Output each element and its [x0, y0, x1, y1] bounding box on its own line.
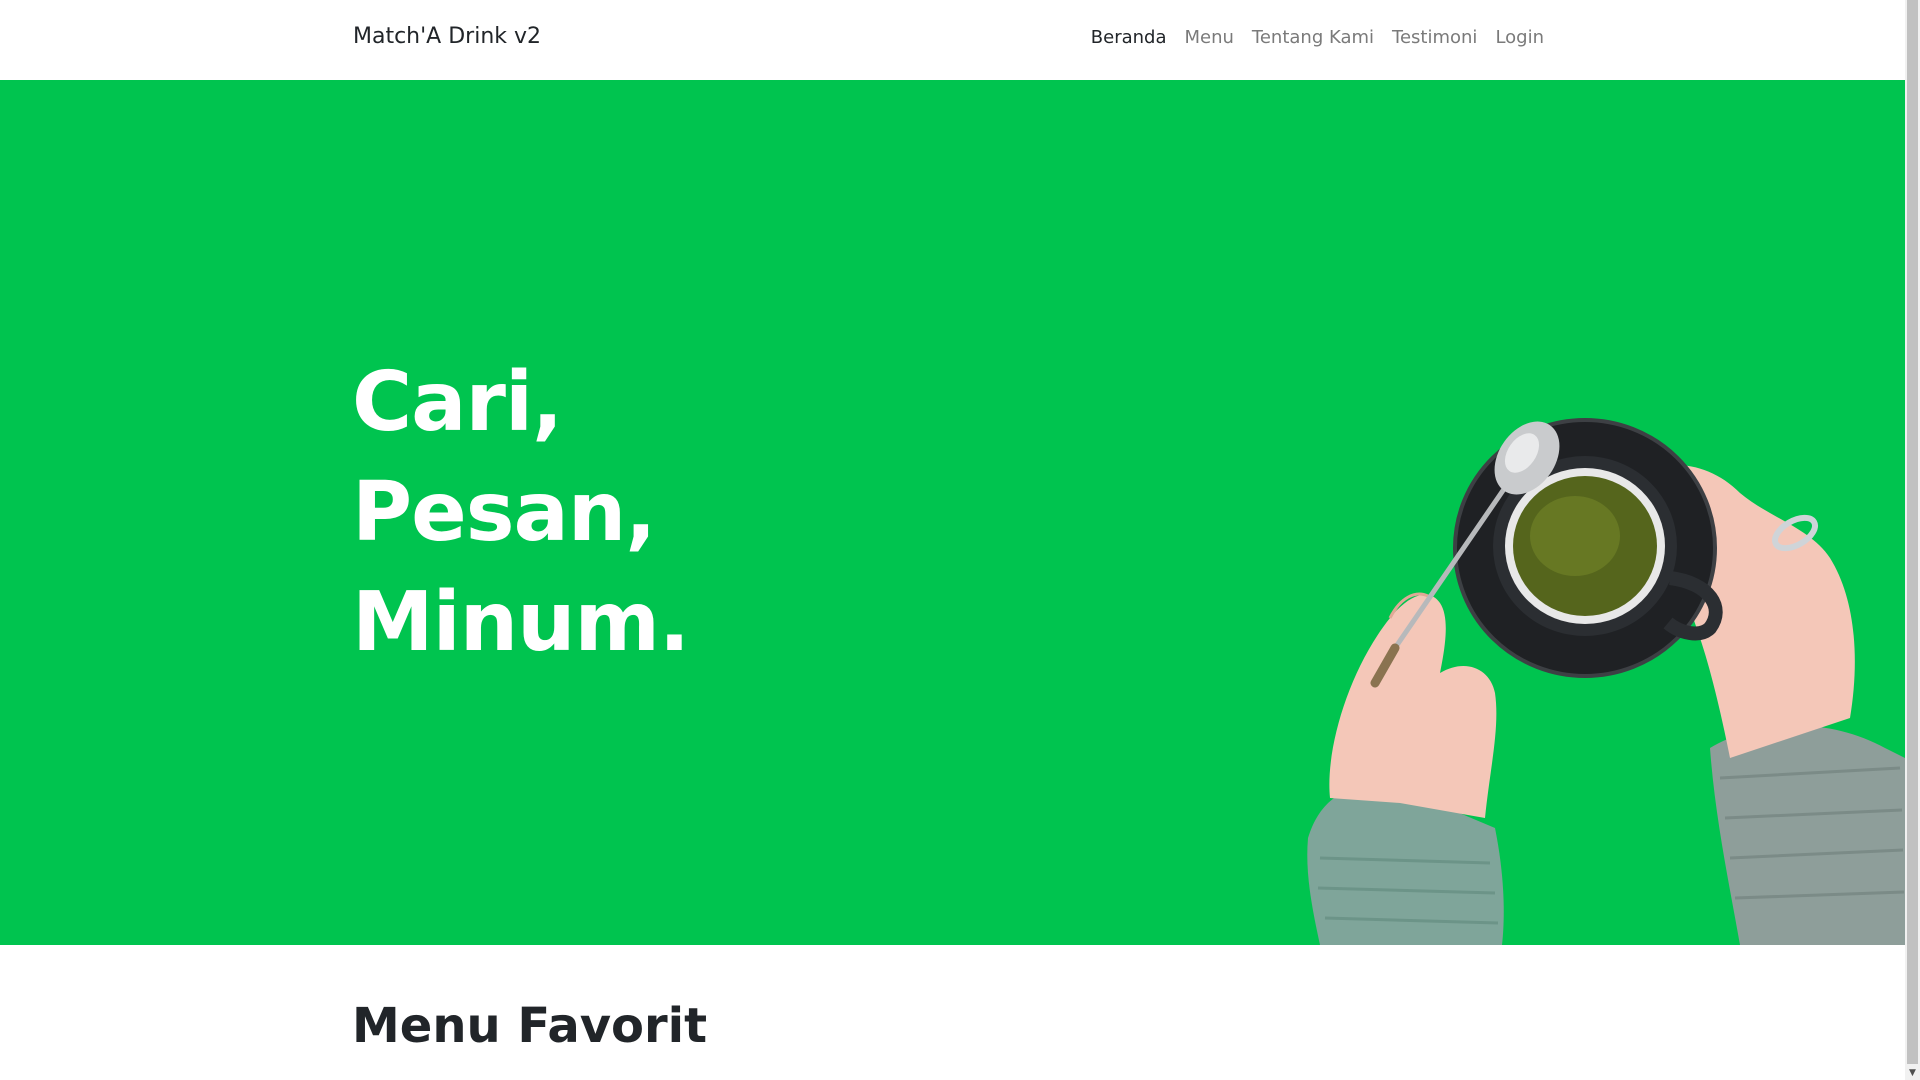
favorite-menu-heading: Menu Favorit: [352, 998, 708, 1054]
hero-line-minum: Minum.: [352, 575, 690, 670]
page: Match'A Drink v2 Beranda Menu Tentang Ka…: [0, 0, 1905, 1080]
nav-link-menu[interactable]: Menu: [1175, 27, 1242, 48]
chevron-down-icon[interactable]: ▼: [1905, 1065, 1920, 1080]
nav-link-tentang-kami[interactable]: Tentang Kami: [1243, 27, 1383, 48]
hero-line-pesan: Pesan,: [352, 465, 656, 560]
nav-link-testimoni[interactable]: Testimoni: [1383, 27, 1486, 48]
navbar: Match'A Drink v2 Beranda Menu Tentang Ka…: [0, 0, 1905, 80]
hero-section: Cari, Pesan, Minum.: [0, 80, 1905, 945]
nav-link-beranda[interactable]: Beranda: [1082, 27, 1176, 48]
scrollbar-thumb[interactable]: [1907, 0, 1918, 1064]
brand-link[interactable]: Match'A Drink v2: [353, 24, 541, 49]
hero-heading: Cari, Pesan, Minum.: [352, 348, 690, 678]
page-scrollbar[interactable]: ▼: [1905, 0, 1920, 1080]
hero-line-cari: Cari,: [352, 355, 563, 450]
nav-links: Beranda Menu Tentang Kami Testimoni Logi…: [1082, 27, 1544, 48]
matcha-cup-hands-image: [1307, 418, 1905, 945]
nav-link-login[interactable]: Login: [1486, 27, 1544, 48]
